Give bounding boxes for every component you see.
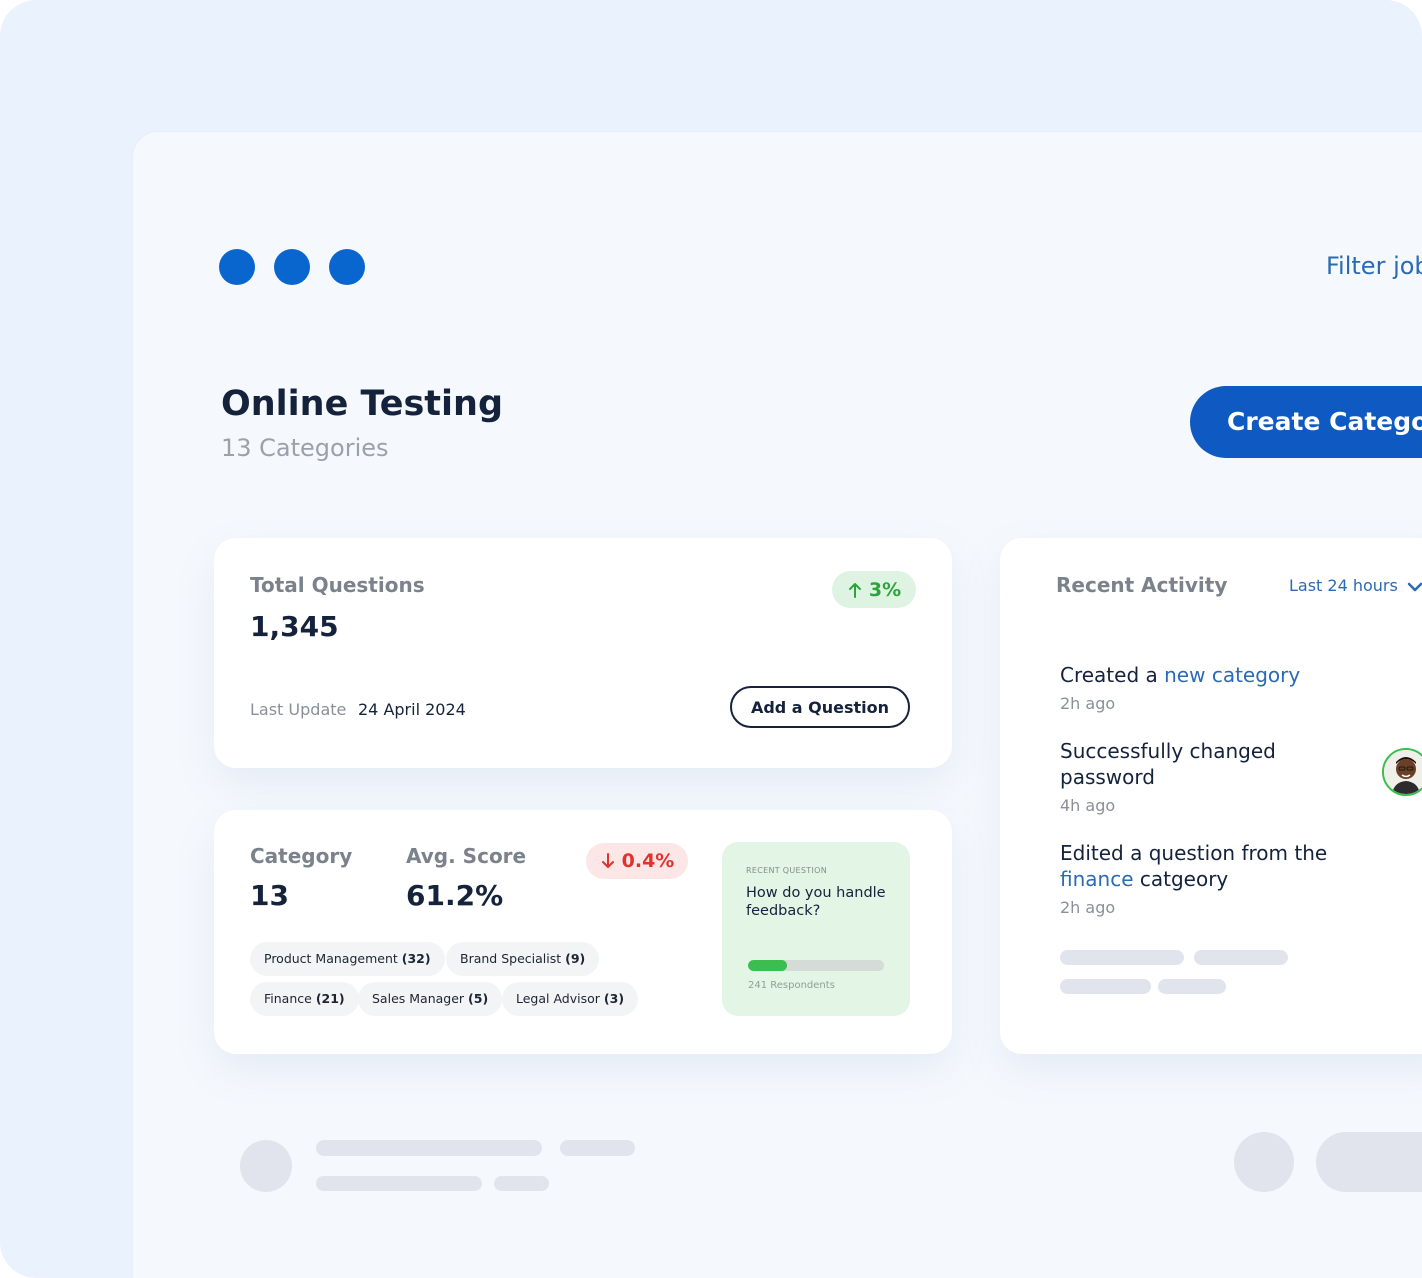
page-subtitle: 13 Categories — [221, 434, 389, 462]
activity-text: Edited a question from the finance catge… — [1060, 840, 1360, 892]
total-questions-value: 1,345 — [250, 610, 339, 643]
category-tag[interactable]: Finance (21) — [250, 982, 359, 1016]
chevron-down-icon[interactable] — [1404, 576, 1422, 598]
skeleton-line — [560, 1140, 635, 1156]
tag-name: Brand Specialist — [460, 951, 562, 966]
skeleton-avatar — [240, 1140, 292, 1192]
activity-link[interactable]: new category — [1164, 663, 1300, 687]
loading-placeholder — [1060, 979, 1151, 994]
activity-time: 2h ago — [1060, 898, 1116, 917]
loading-placeholder — [1060, 950, 1184, 965]
tag-name: Legal Advisor — [516, 991, 600, 1006]
tag-count: (21) — [315, 991, 345, 1006]
skeleton-button — [1316, 1132, 1422, 1192]
activity-item[interactable]: Successfully changed password 4h ago — [1060, 738, 1320, 815]
category-label: Category — [250, 844, 353, 868]
window-dot[interactable] — [329, 249, 365, 285]
tag-name: Finance — [264, 991, 312, 1006]
recent-activity-card: Recent Activity Last 24 hours Created a … — [1000, 538, 1422, 1054]
score-change-value: 0.4% — [621, 850, 675, 872]
tag-count: (3) — [603, 991, 625, 1006]
tag-count: (9) — [565, 951, 586, 966]
skeleton-avatar — [1234, 1132, 1294, 1192]
window-dot[interactable] — [219, 249, 255, 285]
respondents-progress — [748, 960, 884, 971]
recent-question-heading: RECENT QUESTION — [746, 866, 827, 875]
create-category-button[interactable]: Create Category — [1190, 386, 1422, 458]
loading-placeholder — [1158, 979, 1226, 994]
last-update-date: 24 April 2024 — [358, 700, 466, 719]
recent-question-panel[interactable]: RECENT QUESTION How do you handle feedba… — [722, 842, 910, 1016]
window-dot[interactable] — [274, 249, 310, 285]
avg-score-label: Avg. Score — [406, 844, 527, 868]
activity-text: Successfully changed password — [1060, 739, 1276, 789]
skeleton-line — [494, 1176, 549, 1191]
total-questions-card: Total Questions 1,345 3% Last Update 24 … — [214, 538, 952, 768]
loading-placeholder — [1194, 950, 1288, 965]
respondents-progress-fill — [748, 960, 788, 971]
category-tag[interactable]: Brand Specialist (9) — [446, 942, 600, 976]
avg-score-value: 61.2% — [406, 879, 504, 912]
page-title: Online Testing — [221, 384, 503, 424]
window-controls — [219, 249, 365, 285]
activity-item[interactable]: Created a new category 2h ago — [1060, 662, 1360, 713]
filter-jobs-link[interactable]: Filter jobs — [1326, 252, 1422, 280]
activity-text: Created a new category — [1060, 662, 1360, 688]
category-tag[interactable]: Product Management (32) — [250, 942, 445, 976]
category-card: Category 13 Avg. Score 61.2% 0.4% Produc… — [214, 810, 952, 1054]
category-tag[interactable]: Sales Manager (5) — [358, 982, 503, 1016]
activity-text-part: catgeory — [1133, 867, 1229, 891]
arrow-up-icon — [848, 582, 861, 598]
tag-count: (32) — [401, 951, 431, 966]
tag-name: Product Management — [264, 951, 398, 966]
recent-question-text: How do you handle feedback? — [746, 885, 886, 919]
activity-time: 2h ago — [1060, 694, 1116, 713]
last-update-label: Last Update — [250, 700, 347, 719]
activity-text-part: Edited a question from the — [1060, 841, 1328, 865]
activity-time: 4h ago — [1060, 796, 1116, 815]
category-tag[interactable]: Legal Advisor (3) — [502, 982, 639, 1016]
category-value: 13 — [250, 879, 289, 912]
arrow-down-icon — [601, 853, 614, 868]
activity-text-part: Created a — [1060, 663, 1165, 687]
respondents-count: 241 Respondents — [748, 980, 835, 991]
recent-activity-title: Recent Activity — [1056, 573, 1228, 597]
activity-item[interactable]: Edited a question from the finance catge… — [1060, 840, 1360, 917]
tag-count: (5) — [468, 991, 489, 1006]
activity-link[interactable]: finance — [1060, 867, 1134, 891]
change-value: 3% — [868, 578, 902, 601]
skeleton-line — [316, 1140, 542, 1156]
total-questions-label: Total Questions — [250, 573, 425, 597]
time-range-dropdown[interactable]: Last 24 hours — [1289, 576, 1398, 595]
tag-name: Sales Manager — [372, 991, 465, 1006]
avatar-portrait — [1384, 750, 1422, 794]
score-change-badge: 0.4% — [586, 843, 688, 879]
user-avatar[interactable] — [1382, 748, 1422, 796]
add-question-button[interactable]: Add a Question — [730, 686, 910, 728]
change-badge: 3% — [832, 571, 916, 608]
skeleton-line — [316, 1176, 482, 1191]
